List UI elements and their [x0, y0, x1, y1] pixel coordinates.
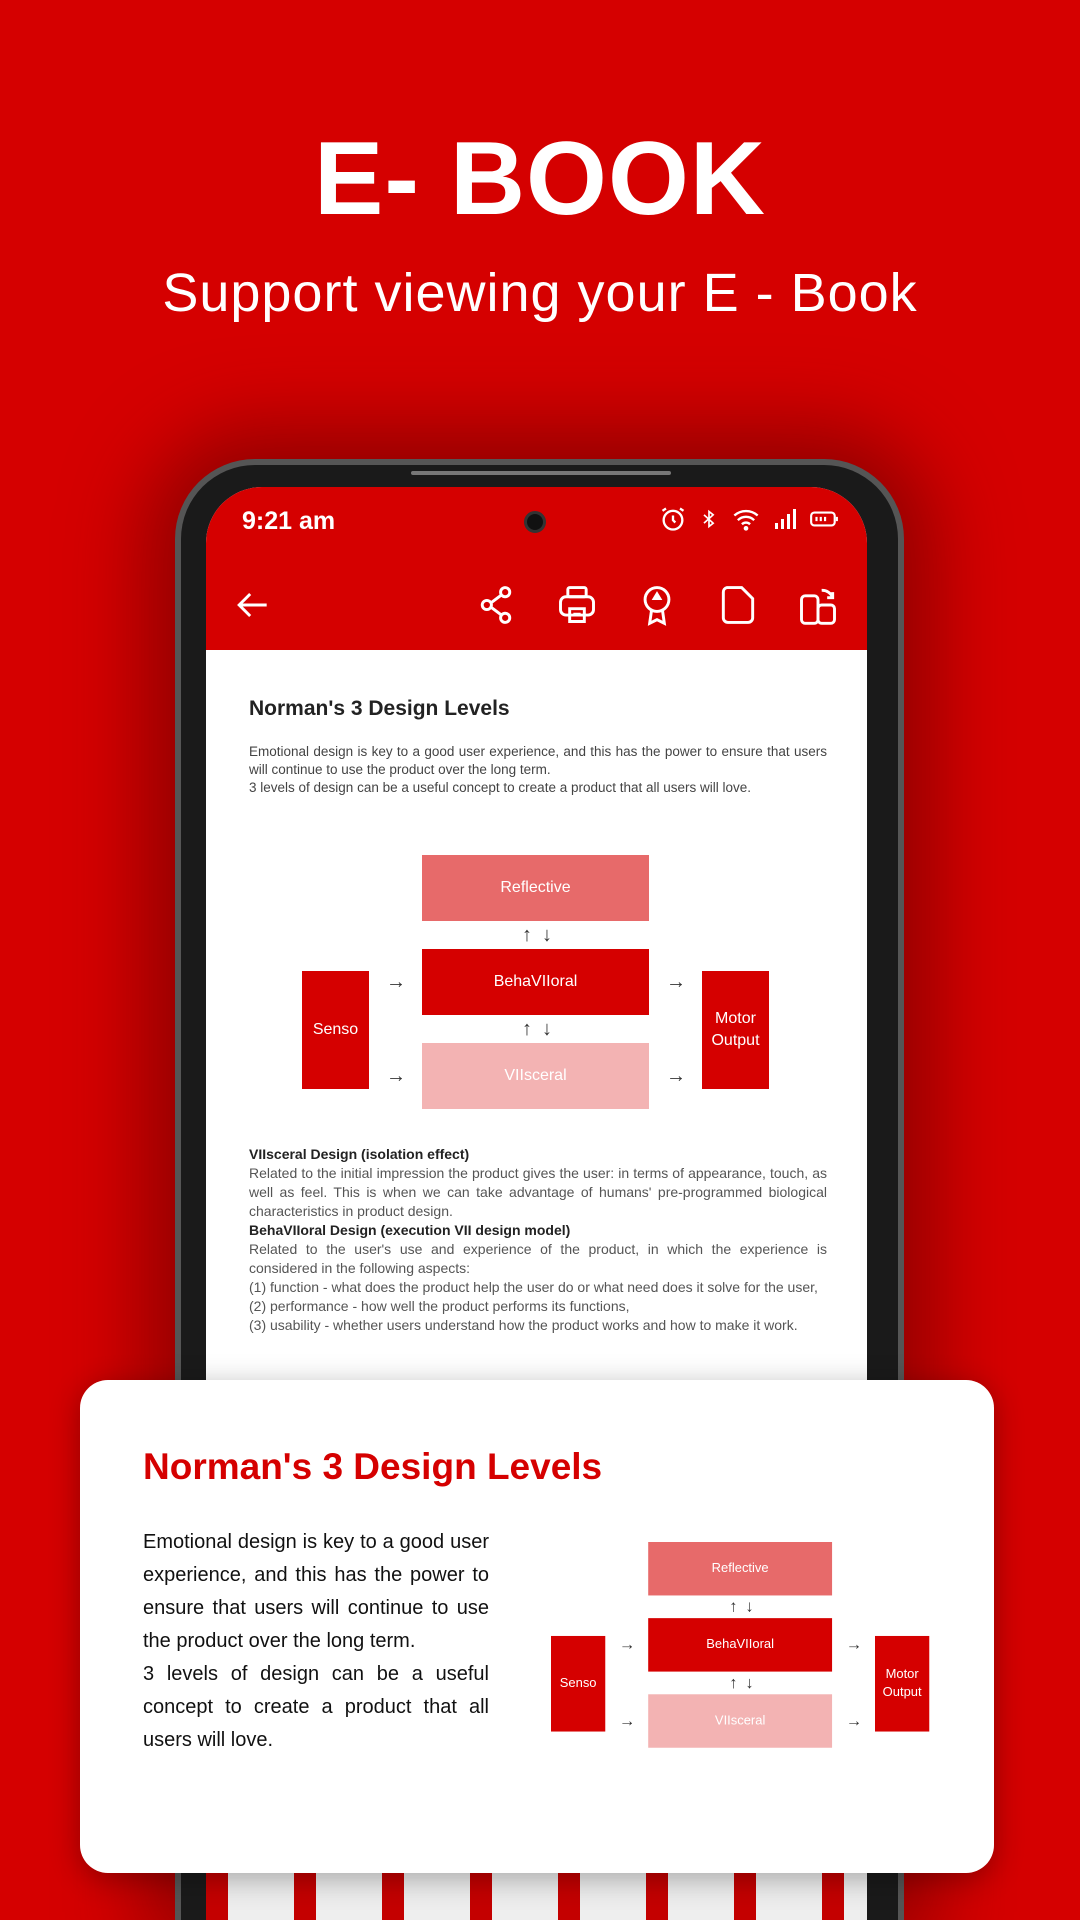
visceral-box: VIIsceral	[422, 1043, 649, 1109]
card-title: Norman's 3 Design Levels	[143, 1446, 603, 1487]
arrow-down-icon: ↓	[542, 924, 552, 946]
feature-card: Norman's 3 Design Levels Emotional desig…	[80, 1380, 994, 1873]
alarm-icon	[661, 507, 685, 531]
hero-subtitle: Support viewing your E - Book	[162, 263, 918, 323]
list-item: (2) performance - how well the product p…	[249, 1298, 630, 1314]
arrow-right-icon: →	[666, 971, 686, 993]
intro-text-2: 3 levels of design can be a useful conce…	[249, 780, 752, 795]
back-arrow-icon	[237, 592, 267, 618]
front-camera	[524, 511, 546, 533]
back-button[interactable]	[230, 583, 274, 627]
arrow-right-icon: →	[845, 1712, 863, 1730]
rotate-icon	[800, 588, 836, 625]
arrow-down-icon: ↓	[542, 1018, 552, 1040]
card-text-1: Emotional design is key to a good user e…	[143, 1531, 489, 1652]
award-button[interactable]	[635, 583, 679, 627]
motor-output-box: Motor Output	[875, 1635, 930, 1732]
intro-text-1: Emotional design is key to a good user e…	[249, 744, 827, 777]
award-icon	[643, 586, 671, 626]
arrow-right-icon: →	[619, 1712, 636, 1730]
arrow-up-icon: ↑	[729, 1674, 738, 1692]
visceral-heading: VIIsceral Design (isolation effect)	[249, 1146, 470, 1162]
visceral-text: Related to the initial impression the pr…	[249, 1165, 827, 1219]
arrow-right-icon: →	[619, 1635, 636, 1654]
motor-output-box: Motor Output	[702, 971, 769, 1089]
page-button[interactable]	[716, 583, 760, 627]
share-button[interactable]	[474, 583, 518, 627]
bluetooth-icon	[703, 509, 715, 529]
document-page: Norman's 3 Design Levels Emotional desig…	[249, 697, 827, 797]
rotate-button[interactable]	[796, 583, 840, 627]
reflective-box: Reflective	[648, 1542, 833, 1596]
card-diagram: Reflective BehaVIIoral VIIsceral Senso M…	[551, 1542, 930, 1748]
decorative-stripes	[206, 1873, 867, 1920]
design-levels-diagram: Reflective BehaVIIoral VIIsceral Senso M…	[302, 855, 769, 1109]
card-text: Emotional design is key to a good user e…	[143, 1526, 489, 1757]
print-button[interactable]	[555, 583, 599, 627]
arrow-right-icon: →	[386, 1065, 406, 1087]
print-icon	[559, 586, 595, 623]
behavioral-box: BehaVIIoral	[648, 1618, 833, 1672]
list-item: (1) function - what does the product hel…	[249, 1279, 818, 1295]
card-text-2: 3 levels of design can be a useful conce…	[143, 1663, 489, 1751]
senso-box: Senso	[302, 971, 369, 1089]
arrow-right-icon: →	[845, 1635, 863, 1654]
arrow-up-icon: ↑	[522, 1018, 532, 1040]
arrow-down-icon: ↓	[745, 1674, 754, 1692]
behavioral-heading: BehaVIIoral Design (execution VII design…	[249, 1222, 571, 1238]
behavioral-box: BehaVIIoral	[422, 949, 649, 1015]
wifi-icon	[733, 509, 759, 531]
list-item: (3) usability - whether users understand…	[249, 1317, 798, 1333]
arrow-down-icon: ↓	[745, 1597, 754, 1616]
arrow-right-icon: →	[666, 1065, 686, 1087]
toolbar	[206, 583, 867, 637]
signal-icon	[775, 509, 796, 529]
document-sections: VIIsceral Design (isolation effect) Rela…	[249, 1145, 827, 1335]
status-time: 9:21 am	[242, 507, 336, 535]
arrow-up-icon: ↑	[729, 1597, 738, 1616]
document-intro: Emotional design is key to a good user e…	[249, 743, 827, 797]
status-icons	[659, 505, 839, 533]
visceral-box: VIIsceral	[648, 1694, 833, 1748]
battery-icon	[810, 511, 838, 527]
phone-speaker	[411, 471, 671, 475]
hero-title: E- BOOK	[314, 121, 766, 237]
senso-box: Senso	[551, 1635, 606, 1732]
app-bar: 9:21 am	[206, 487, 867, 650]
arrow-up-icon: ↑	[522, 924, 532, 946]
reflective-box: Reflective	[422, 855, 649, 921]
behavioral-text: Related to the user's use and experience…	[249, 1241, 827, 1276]
document-title: Norman's 3 Design Levels	[249, 697, 510, 720]
page-icon	[721, 586, 755, 624]
arrow-right-icon: →	[386, 971, 406, 993]
share-icon	[480, 586, 512, 624]
